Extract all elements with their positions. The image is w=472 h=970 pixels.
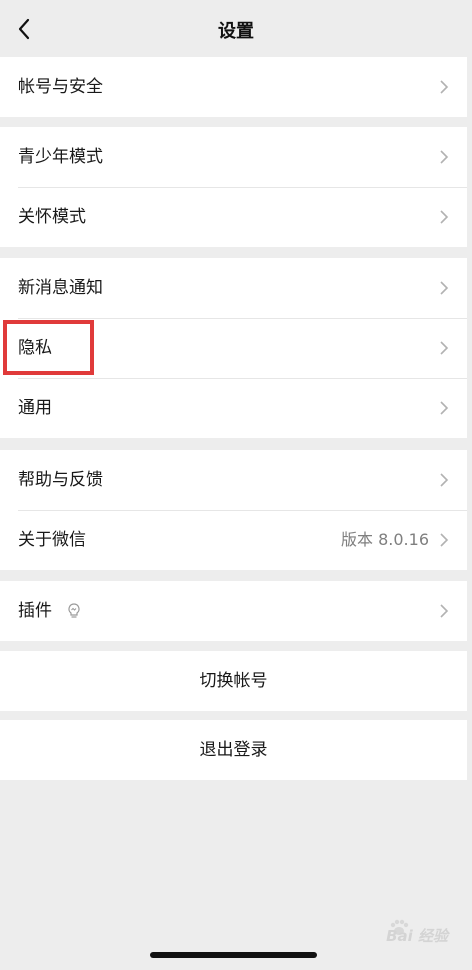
- chevron-right-icon: [440, 341, 449, 355]
- privacy-highlight-box: [3, 320, 94, 375]
- settings-item-label: 通用: [18, 398, 52, 418]
- chevron-right-icon: [440, 281, 449, 295]
- chevron-right-icon: [440, 604, 449, 618]
- switch-account-button[interactable]: 切换帐号: [0, 651, 467, 711]
- watermark-text: Bai 经验: [386, 927, 448, 945]
- settings-item-about[interactable]: 关于微信 版本 8.0.16: [0, 510, 467, 570]
- version-value: 版本 8.0.16: [341, 530, 429, 549]
- chevron-right-icon: [440, 533, 449, 547]
- settings-item-label: 帮助与反馈: [18, 470, 103, 490]
- chevron-right-icon: [440, 80, 449, 94]
- plugins-group: 插件: [0, 581, 467, 641]
- settings-item-youth-mode[interactable]: 青少年模式: [0, 127, 467, 187]
- settings-item-plugins[interactable]: 插件: [0, 581, 467, 641]
- settings-item-label: 关于微信: [18, 530, 86, 550]
- settings-item-account-security[interactable]: 帐号与安全: [0, 57, 467, 117]
- settings-item-general[interactable]: 通用: [0, 378, 467, 438]
- settings-item-notifications[interactable]: 新消息通知: [0, 258, 467, 318]
- modes-group: 青少年模式 关怀模式: [0, 127, 467, 247]
- chevron-right-icon: [440, 150, 449, 164]
- navigation-bar: 设置: [0, 0, 472, 56]
- settings-item-label: 关怀模式: [18, 207, 86, 227]
- account-group: 帐号与安全: [0, 57, 467, 117]
- support-group: 帮助与反馈 关于微信 版本 8.0.16: [0, 450, 467, 570]
- chevron-right-icon: [440, 473, 449, 487]
- lightbulb-icon: [68, 603, 80, 618]
- chevron-right-icon: [440, 401, 449, 415]
- settings-item-label: 青少年模式: [18, 147, 103, 167]
- logout-button[interactable]: 退出登录: [0, 720, 467, 780]
- settings-item-help-feedback[interactable]: 帮助与反馈: [0, 450, 467, 510]
- page-title: 设置: [218, 21, 254, 42]
- chevron-right-icon: [440, 210, 449, 224]
- settings-item-care-mode[interactable]: 关怀模式: [0, 187, 467, 247]
- home-indicator[interactable]: [150, 952, 317, 958]
- settings-item-label: 新消息通知: [18, 278, 103, 298]
- settings-item-label: 帐号与安全: [18, 77, 103, 97]
- settings-item-label: 插件: [18, 601, 52, 621]
